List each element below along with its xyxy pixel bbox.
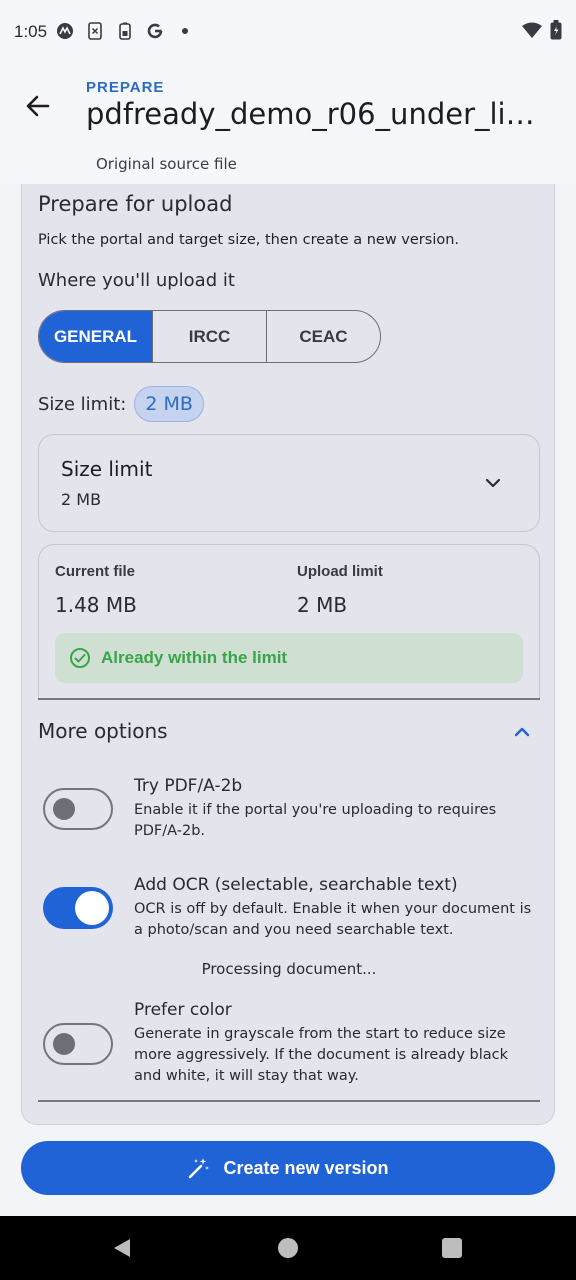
divider — [38, 1100, 540, 1102]
motorola-icon — [56, 22, 74, 40]
current-file-value: 1.48 MB — [55, 593, 137, 617]
upload-limit-label: Upload limit — [297, 563, 383, 580]
section-description: Pick the portal and target size, then cr… — [38, 232, 460, 248]
magic-wand-icon — [189, 1158, 210, 1179]
size-limit-row: Size limit: 2 MB — [38, 386, 204, 422]
chevron-down-icon — [485, 478, 501, 488]
processing-text: Processing document... — [201, 960, 377, 978]
file-title: pdfready_demo_r06_under_limit.pdf — [86, 97, 560, 131]
status-time: 1:05 — [14, 22, 48, 41]
pdfa-toggle[interactable] — [43, 788, 113, 830]
system-nav-bar — [0, 1216, 576, 1280]
status-icons-left — [56, 22, 194, 40]
nav-back-icon[interactable] — [112, 1238, 132, 1258]
status-text: Already within the limit — [101, 648, 288, 667]
status-icons-right — [522, 20, 562, 44]
screen-overline: PREPARE — [86, 79, 165, 96]
portal-ceac-button[interactable]: CEAC — [266, 311, 380, 362]
arrow-back-icon — [26, 95, 50, 117]
app-bar: PREPARE pdfready_demo_r06_under_limit.pd… — [0, 64, 576, 184]
portal-selector: GENERAL IRCC CEAC — [38, 310, 381, 363]
more-options-header[interactable]: More options — [38, 719, 168, 743]
toggle-knob — [75, 891, 109, 925]
battery-saver-icon — [116, 22, 134, 40]
prepare-card: Prepare for upload Pick the portal and t… — [21, 184, 555, 1125]
portal-ircc-button[interactable]: IRCC — [152, 311, 266, 362]
option-title-ocr: Add OCR (selectable, searchable text) — [134, 875, 458, 895]
prefer-color-toggle[interactable] — [43, 1023, 113, 1065]
size-limit-dropdown[interactable]: Size limit 2 MB — [38, 434, 540, 532]
option-description-color: Generate in grayscale from the start to … — [134, 1026, 509, 1084]
toggle-knob — [53, 798, 75, 820]
option-description-pdfa: Enable it if the portal you're uploading… — [134, 802, 497, 839]
sim-icon — [86, 22, 104, 40]
option-description-ocr: OCR is off by default. Enable it when yo… — [134, 901, 532, 938]
option-title-pdfa: Try PDF/A-2b — [134, 776, 243, 796]
nav-recents-icon[interactable] — [442, 1238, 462, 1258]
chevron-up-icon[interactable] — [512, 722, 532, 742]
dropdown-value: 2 MB — [61, 490, 102, 509]
file-subtitle: Original source file — [96, 155, 237, 173]
size-limit-label: Size limit: — [38, 393, 127, 415]
check-circle-icon — [70, 648, 90, 668]
google-icon — [146, 22, 164, 40]
size-info-box: Current file 1.48 MB Upload limit 2 MB A… — [38, 544, 540, 698]
option-title-color: Prefer color — [134, 1000, 232, 1020]
status-badge: Already within the limit — [55, 633, 523, 683]
portal-label: Where you'll upload it — [38, 270, 235, 291]
dot-icon — [176, 22, 194, 40]
portal-general-button[interactable]: GENERAL — [39, 311, 152, 362]
create-button-label: Create new version — [223, 1157, 389, 1178]
ocr-toggle[interactable] — [43, 887, 113, 929]
wifi-icon — [522, 22, 542, 42]
back-button[interactable] — [20, 88, 56, 124]
toggle-knob — [53, 1033, 75, 1055]
size-limit-chip[interactable]: 2 MB — [134, 386, 204, 422]
nav-home-icon[interactable] — [278, 1238, 298, 1258]
upload-limit-value: 2 MB — [297, 593, 348, 617]
current-file-label: Current file — [55, 563, 136, 580]
battery-icon — [550, 20, 562, 44]
create-new-version-button[interactable]: Create new version — [21, 1141, 555, 1195]
status-bar: 1:05 — [0, 0, 576, 64]
section-title: Prepare for upload — [38, 192, 233, 216]
divider — [38, 698, 540, 700]
dropdown-label: Size limit — [61, 457, 153, 481]
